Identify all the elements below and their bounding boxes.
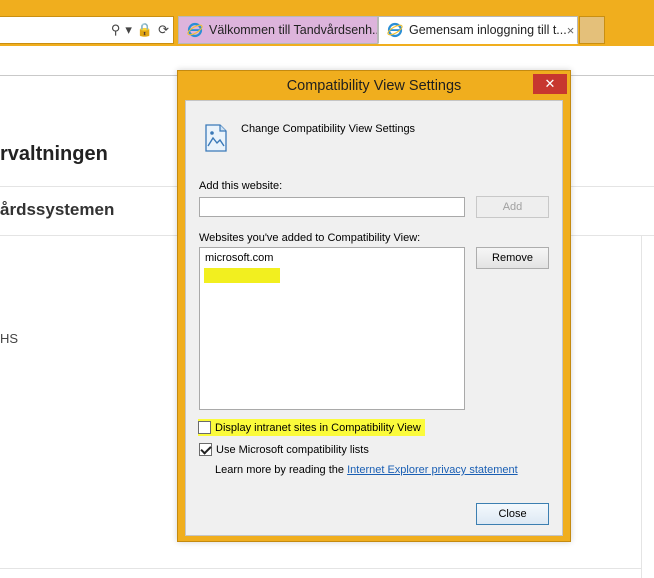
page-text-fragment: HS bbox=[0, 331, 19, 346]
dialog-title: Compatibility View Settings bbox=[286, 78, 462, 94]
learn-more-text: Learn more by reading the Internet Explo… bbox=[215, 464, 518, 476]
page-heading: rvaltningen bbox=[0, 143, 108, 165]
page-border bbox=[0, 568, 641, 569]
dialog-header-text: Change Compatibility View Settings bbox=[241, 123, 416, 135]
tab-gemensam-inloggning[interactable]: Gemensam inloggning till t... × bbox=[378, 16, 578, 44]
address-bar[interactable]: ⚲ ▾ 🔒 ⟳ bbox=[0, 16, 174, 44]
compatibility-view-dialog: Compatibility View Settings ✕ Change Com… bbox=[177, 70, 571, 542]
lock-icon[interactable]: 🔒 bbox=[137, 23, 153, 37]
page-border bbox=[641, 236, 642, 578]
remove-button[interactable]: Remove bbox=[476, 247, 549, 269]
ie-logo-icon bbox=[387, 22, 403, 38]
website-list[interactable]: microsoft.com bbox=[199, 247, 465, 410]
tab-title: Gemensam inloggning till t... bbox=[409, 23, 567, 37]
add-website-input[interactable] bbox=[199, 197, 465, 217]
dropdown-arrow-icon[interactable]: ▾ bbox=[125, 23, 132, 37]
address-bar-icons: ⚲ ▾ 🔒 ⟳ bbox=[111, 23, 169, 37]
privacy-statement-link[interactable]: Internet Explorer privacy statement bbox=[347, 464, 518, 476]
tab-title: Välkommen till Tandvårdsenh... bbox=[209, 23, 378, 37]
ms-lists-checkbox-row[interactable]: Use Microsoft compatibility lists bbox=[199, 443, 369, 456]
website-list-label: Websites you've added to Compatibility V… bbox=[199, 232, 421, 244]
refresh-icon[interactable]: ⟳ bbox=[158, 23, 169, 37]
add-website-label: Add this website: bbox=[199, 180, 283, 192]
tab-valkommen[interactable]: Välkommen till Tandvårdsenh... bbox=[178, 16, 378, 44]
list-item[interactable]: microsoft.com bbox=[205, 252, 273, 264]
ms-lists-checkbox-label: Use Microsoft compatibility lists bbox=[216, 443, 369, 456]
document-image-icon bbox=[205, 124, 227, 152]
ms-lists-checkbox[interactable] bbox=[199, 443, 212, 456]
intranet-checkbox-label: Display intranet sites in Compatibility … bbox=[215, 421, 421, 434]
intranet-checkbox[interactable] bbox=[198, 421, 211, 434]
intranet-checkbox-row[interactable]: Display intranet sites in Compatibility … bbox=[198, 419, 425, 436]
search-icon[interactable]: ⚲ bbox=[111, 23, 121, 37]
dialog-close-icon[interactable]: ✕ bbox=[533, 74, 567, 94]
browser-chrome: ⚲ ▾ 🔒 ⟳ Välkommen till Tandvårdsenh... G… bbox=[0, 0, 654, 46]
tab-close-icon[interactable]: × bbox=[567, 23, 575, 38]
close-button[interactable]: Close bbox=[476, 503, 549, 525]
dialog-body: Change Compatibility View Settings Add t… bbox=[185, 100, 563, 536]
page-subheading: årdssystemen bbox=[0, 200, 115, 219]
highlight-mark bbox=[204, 268, 280, 283]
new-tab-button[interactable] bbox=[579, 16, 605, 44]
ie-logo-icon bbox=[187, 22, 203, 38]
learn-more-prefix: Learn more by reading the bbox=[215, 464, 348, 476]
add-button[interactable]: Add bbox=[476, 196, 549, 218]
